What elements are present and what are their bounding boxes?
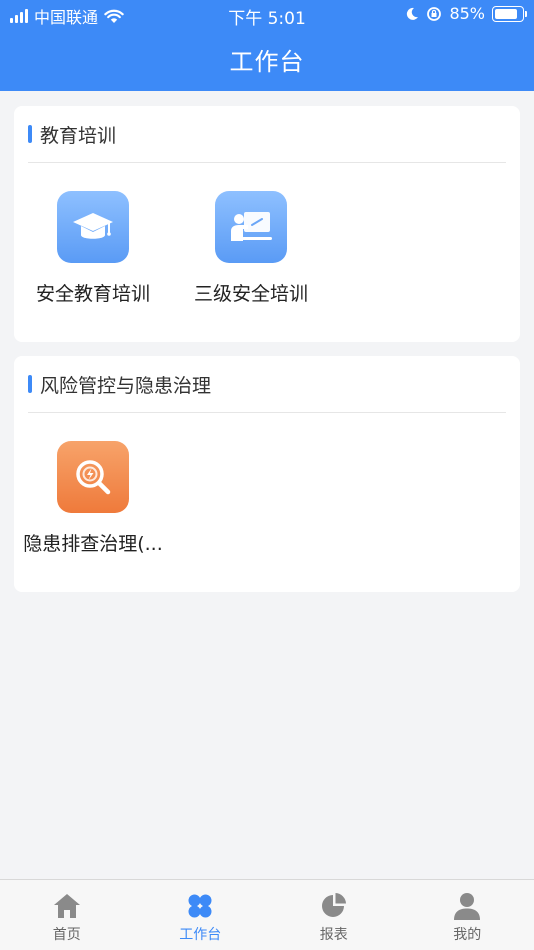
- bottom-tab-bar: 首页 工作台 报表 我的: [0, 879, 534, 950]
- home-icon: [53, 894, 80, 918]
- moon-icon: [407, 7, 419, 20]
- battery-icon: [492, 5, 527, 22]
- education-training-card: 教育培训 安全教育培训 三级安全培训: [14, 106, 520, 342]
- status-bar: 中国联通 下午 5:01 85%: [0, 0, 534, 30]
- section-title: 风险管控与隐患治理: [40, 374, 212, 397]
- teacher-board-icon: [231, 212, 272, 241]
- safety-education-training-item[interactable]: 安全教育培训: [14, 191, 172, 306]
- tab-reports[interactable]: 报表: [267, 880, 401, 950]
- tab-workbench[interactable]: 工作台: [134, 880, 268, 950]
- section-accent-bar: [28, 125, 32, 143]
- page-title: 工作台: [229, 48, 305, 76]
- workbench-icon: [188, 894, 212, 918]
- tile-three-level-training: [215, 191, 287, 263]
- tile-hazard-inspection: [57, 441, 129, 513]
- item-label: 安全教育培训: [35, 283, 150, 305]
- pie-chart-icon: [321, 893, 346, 917]
- tab-label: 我的: [453, 927, 482, 943]
- graduation-cap-icon: [73, 213, 113, 239]
- tab-label: 报表: [319, 927, 348, 943]
- item-label: 三级安全培训: [193, 283, 308, 305]
- three-level-safety-training-item[interactable]: 三级安全培训: [172, 191, 330, 306]
- section-grid: 安全教育培训 三级安全培训: [14, 163, 520, 306]
- status-right: 85%: [405, 4, 527, 23]
- hazard-inspection-item[interactable]: 隐患排查治理(...: [14, 441, 172, 556]
- tile-safety-education: [57, 191, 129, 263]
- tab-label: 首页: [52, 927, 81, 943]
- section-header: 教育培训: [28, 106, 506, 163]
- section-header: 风险管控与隐患治理: [28, 356, 506, 413]
- orientation-lock-icon: [427, 6, 442, 21]
- user-icon: [454, 893, 481, 920]
- tab-label: 工作台: [179, 927, 222, 943]
- risk-control-card: 风险管控与隐患治理 隐患排查治理(...: [14, 356, 520, 592]
- item-label: 隐患排查治理(...: [23, 533, 163, 555]
- section-grid: 隐患排查治理(...: [14, 413, 520, 556]
- app-header: 中国联通 下午 5:01 85% 工作台: [0, 0, 534, 91]
- hazard-search-icon: [76, 460, 111, 495]
- tab-home[interactable]: 首页: [0, 880, 134, 950]
- tab-mine[interactable]: 我的: [401, 880, 534, 950]
- section-title: 教育培训: [40, 124, 117, 147]
- battery-fill: [495, 8, 518, 19]
- battery-percent: 85%: [449, 4, 485, 23]
- section-accent-bar: [28, 375, 32, 393]
